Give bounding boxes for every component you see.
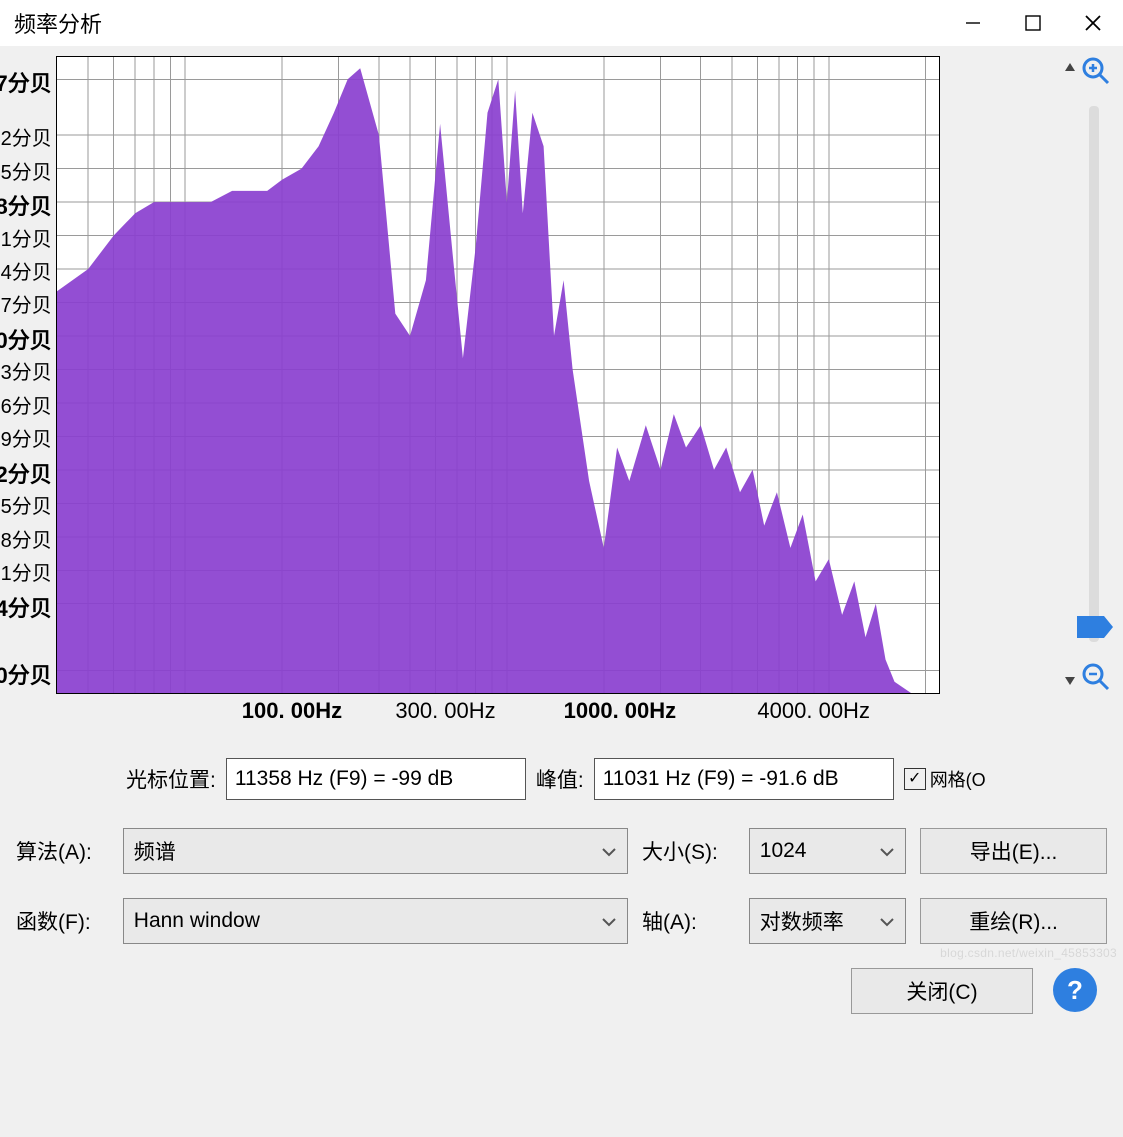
minimize-button[interactable] (943, 0, 1003, 46)
zoom-control (1092, 56, 1117, 692)
peak-readout: 11031 Hz (F9) = -91.6 dB (594, 758, 894, 800)
redraw-button[interactable]: 重绘(R)... (920, 898, 1107, 944)
zoom-track[interactable] (1089, 106, 1099, 642)
help-icon: ? (1067, 975, 1083, 1006)
scroll-up-icon[interactable] (1058, 56, 1082, 78)
chevron-down-icon (879, 909, 895, 933)
scroll-down-icon[interactable] (1058, 670, 1082, 692)
help-button[interactable]: ? (1053, 968, 1097, 1012)
checkmark-icon: ✓ (904, 768, 926, 790)
chevron-down-icon (601, 909, 617, 933)
algorithm-combo[interactable]: 频谱 (123, 828, 628, 874)
chevron-down-icon (601, 839, 617, 863)
titlebar: 频率分析 (0, 0, 1123, 46)
export-button[interactable]: 导出(E)... (920, 828, 1107, 874)
cursor-position-readout: 11358 Hz (F9) = -99 dB (226, 758, 526, 800)
y-axis-labels: -37分贝-42分贝-45分贝-48分贝-51分贝-54分贝-57分贝-60分贝… (6, 56, 56, 696)
grid-checkbox-label: 网格(O (930, 766, 986, 792)
algorithm-label: 算法(A): (16, 836, 109, 866)
close-window-button[interactable] (1063, 0, 1123, 46)
chevron-down-icon (879, 839, 895, 863)
axis-combo[interactable]: 对数频率 (749, 898, 906, 944)
watermark: blog.csdn.net/weixin_45853303 (940, 946, 1117, 960)
maximize-button[interactable] (1003, 0, 1063, 46)
spectrum-plot[interactable] (56, 56, 940, 694)
size-combo[interactable]: 1024 (749, 828, 906, 874)
peak-label: 峰值: (536, 764, 584, 794)
window-title: 频率分析 (14, 7, 102, 39)
function-value: Hann window (134, 909, 260, 933)
cursor-position-label: 光标位置: (126, 764, 216, 794)
x-axis-labels: 100. 00Hz300. 00Hz1000. 00Hz4000. 00Hz (174, 694, 1056, 734)
grid-checkbox[interactable]: ✓ 网格(O (904, 766, 986, 792)
axis-label: 轴(A): (642, 906, 735, 936)
vertical-scrollbar[interactable] (1058, 56, 1082, 692)
zoom-thumb[interactable] (1077, 616, 1113, 638)
zoom-out-icon[interactable] (1081, 662, 1111, 692)
algorithm-value: 频谱 (134, 836, 176, 866)
size-value: 1024 (760, 839, 807, 863)
close-button[interactable]: 关闭(C) (851, 968, 1033, 1014)
zoom-in-icon[interactable] (1081, 56, 1111, 86)
function-label: 函数(F): (16, 906, 109, 936)
axis-value: 对数频率 (760, 906, 844, 936)
function-combo[interactable]: Hann window (123, 898, 628, 944)
size-label: 大小(S): (642, 836, 735, 866)
